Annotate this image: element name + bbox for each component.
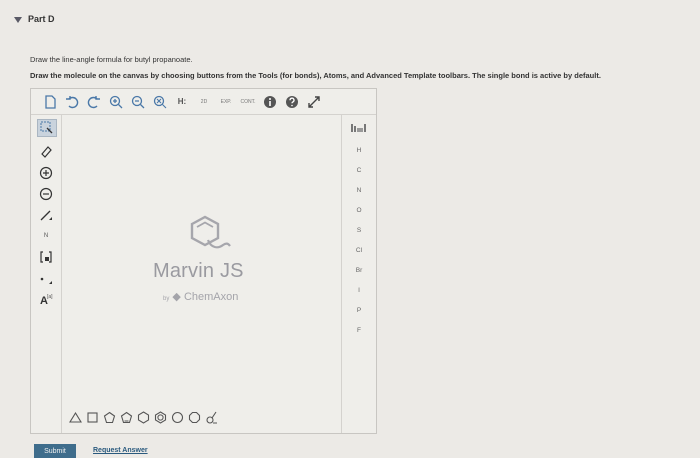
contract-button[interactable]: CONT. [241, 95, 256, 109]
clean-2d-button[interactable]: 2D [197, 95, 211, 109]
by-label: by [163, 296, 170, 302]
zoom-in-icon[interactable] [109, 95, 123, 109]
zoom-fit-icon[interactable] [153, 95, 167, 109]
zoom-out-icon[interactable] [131, 95, 145, 109]
charge-minus-icon[interactable] [37, 186, 55, 202]
expand-button[interactable]: EXP. [219, 95, 233, 109]
periodic-table-icon[interactable] [342, 123, 376, 135]
element-Br[interactable]: Br [342, 267, 376, 274]
reaction-arrow-icon[interactable] [37, 271, 55, 287]
element-P[interactable]: P [342, 307, 376, 314]
element-Cl[interactable]: Cl [342, 247, 376, 254]
sugar-template-icon[interactable] [205, 411, 218, 429]
erase-tool-icon[interactable] [37, 143, 55, 159]
cyclopropane-template-icon[interactable] [69, 411, 82, 429]
single-bond-icon[interactable] [37, 207, 55, 223]
element-C[interactable]: C [342, 167, 376, 174]
bracket-tool-icon[interactable] [37, 249, 55, 265]
element-O[interactable]: O [342, 207, 376, 214]
element-H[interactable]: H [342, 147, 376, 154]
part-title: Part D [28, 14, 55, 24]
marvin-logo-icon [178, 210, 238, 263]
instruction-text: Draw the molecule on the canvas by choos… [30, 71, 601, 80]
chain-tool[interactable]: N [37, 228, 55, 244]
cyclobutane-template-icon[interactable] [86, 411, 99, 429]
chemaxon-logo-icon: ◆ [172, 291, 181, 303]
benzene-template-icon[interactable] [154, 411, 167, 429]
top-toolbar: H: 2D EXP. CONT. [31, 89, 376, 115]
submit-button[interactable]: Submit [34, 444, 76, 458]
hydrogens-button[interactable]: H: [175, 95, 189, 109]
cyclooctane-template-icon[interactable] [188, 411, 201, 429]
cyclohexane-template-icon[interactable] [137, 411, 150, 429]
help-icon[interactable] [285, 95, 299, 109]
element-I[interactable]: I [342, 287, 376, 294]
question-text: Draw the line-angle formula for butyl pr… [30, 55, 193, 64]
new-document-icon[interactable] [43, 94, 57, 109]
element-F[interactable]: F [342, 327, 376, 334]
info-icon[interactable] [263, 95, 277, 109]
select-tool-icon[interactable] [37, 119, 57, 137]
request-answer-link[interactable]: Request Answer [93, 447, 148, 454]
element-S[interactable]: S [342, 227, 376, 234]
tools-toolbar: N A [a] [31, 115, 62, 433]
chemaxon-label: ChemAxon [183, 291, 239, 303]
template-toolbar [31, 407, 376, 433]
cycloheptane-template-icon[interactable] [171, 411, 184, 429]
cyclopentene-template-icon[interactable] [120, 411, 133, 429]
atoms-toolbar: H C N O S Cl Br I P F [341, 115, 376, 433]
part-header[interactable]: Part D [14, 14, 55, 24]
chemaxon-watermark: by ◆ ChemAxon [163, 290, 238, 303]
charge-plus-icon[interactable] [37, 165, 55, 181]
cyclopentane-template-icon[interactable] [103, 411, 116, 429]
undo-icon[interactable] [65, 95, 79, 109]
marvin-js-watermark: Marvin JS [153, 260, 244, 282]
redo-icon[interactable] [87, 95, 101, 109]
text-tool-icon[interactable]: A [a] [37, 291, 55, 307]
svg-text:[a]: [a] [47, 294, 53, 300]
element-N[interactable]: N [342, 187, 376, 194]
collapse-caret-icon[interactable] [14, 16, 22, 23]
fullscreen-icon[interactable] [307, 95, 321, 109]
